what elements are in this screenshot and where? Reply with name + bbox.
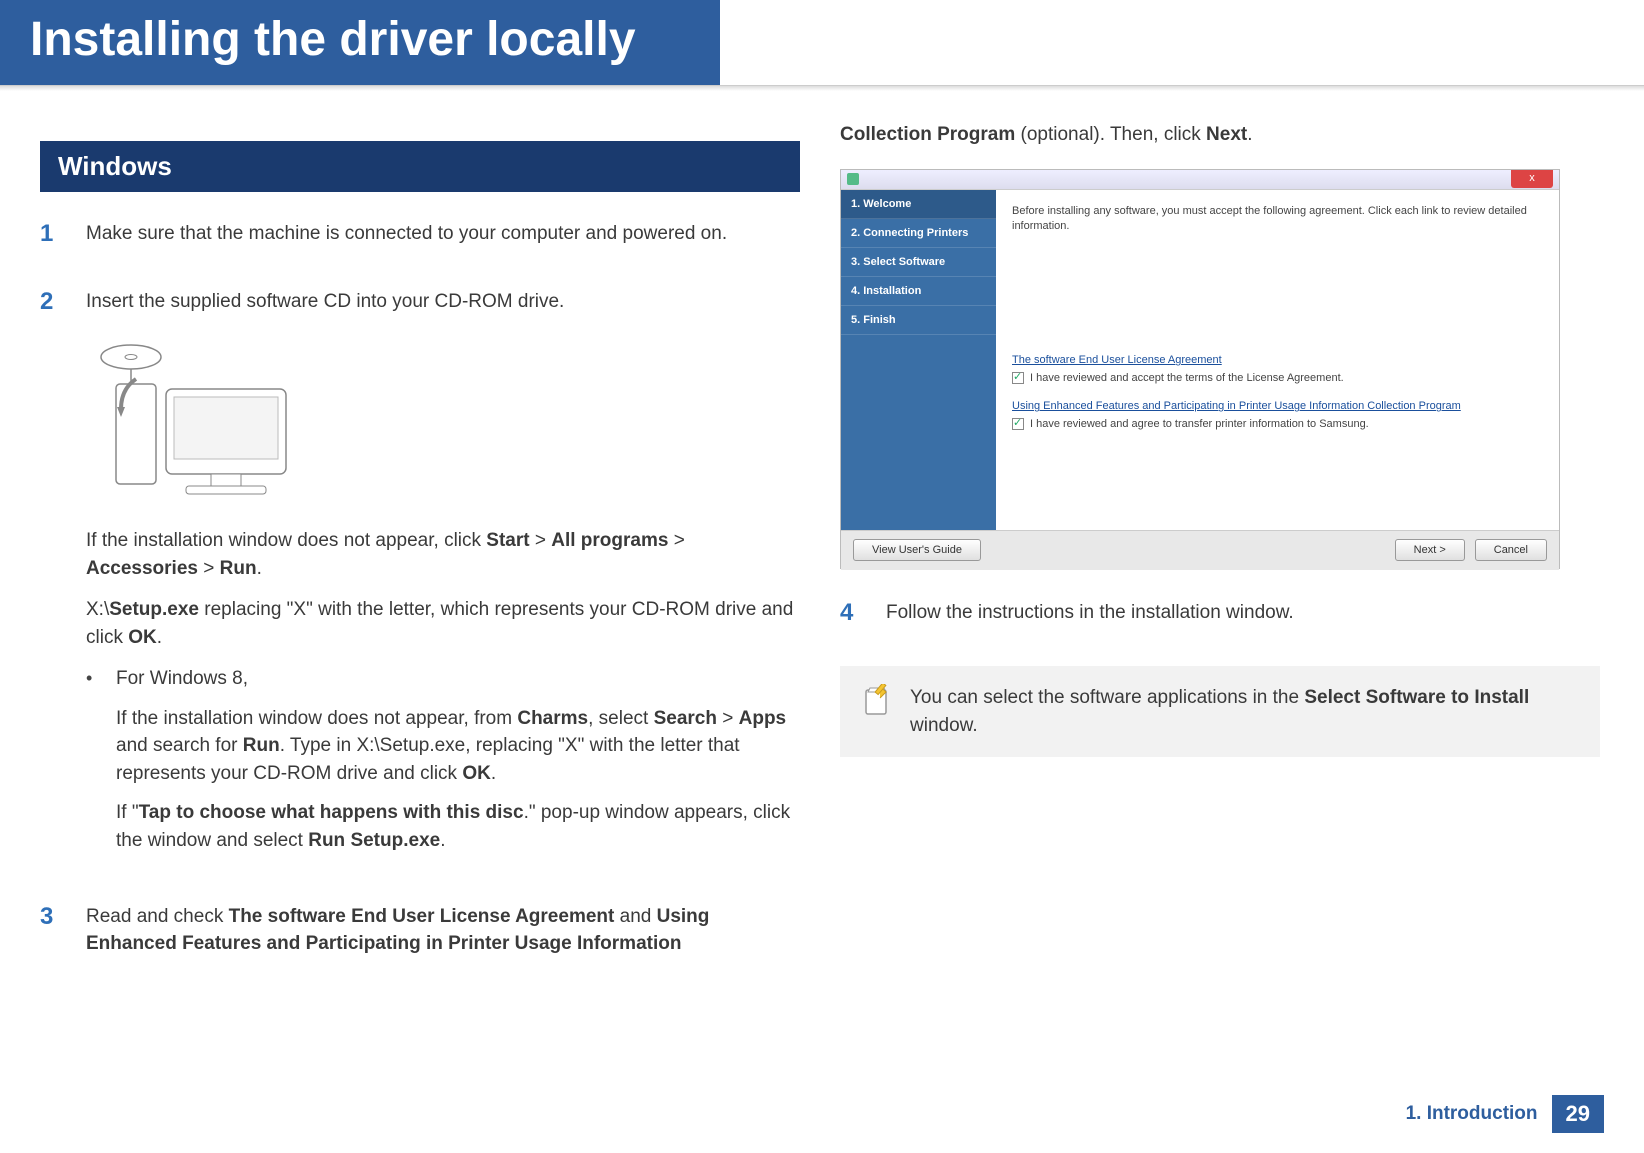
view-users-guide-button[interactable]: View User's Guide	[853, 539, 981, 561]
step-text: Follow the instructions in the installat…	[886, 599, 1294, 627]
usage-checkbox-row: I have reviewed and agree to transfer pr…	[1012, 418, 1543, 430]
bullet-p1: If the installation window does not appe…	[116, 705, 800, 788]
installer-screenshot: x 1. Welcome 2. Connecting Printers 3. S…	[840, 169, 1560, 569]
close-button[interactable]: x	[1511, 170, 1553, 188]
eula-checkbox-row: I have reviewed and accept the terms of …	[1012, 372, 1543, 384]
step-number: 1	[40, 220, 64, 262]
step-body: Follow the instructions in the installat…	[886, 599, 1294, 641]
bullet-windows8: • For Windows 8, If the installation win…	[86, 665, 800, 866]
step-body: Make sure that the machine is connected …	[86, 220, 727, 262]
eula-link[interactable]: The software End User License Agreement	[1012, 354, 1543, 366]
bullet-lead: For Windows 8,	[116, 665, 800, 693]
installer-titlebar: x	[841, 170, 1559, 190]
next-button[interactable]: Next >	[1395, 539, 1465, 561]
usage-checkbox-label: I have reviewed and agree to transfer pr…	[1030, 418, 1369, 430]
step2-note1: If the installation window does not appe…	[86, 527, 800, 582]
step-text: Make sure that the machine is connected …	[86, 220, 727, 248]
installer-sidebar: 1. Welcome 2. Connecting Printers 3. Sel…	[841, 190, 996, 530]
step-body: Insert the supplied software CD into you…	[86, 288, 800, 877]
sidebar-step-installation: 4. Installation	[841, 277, 996, 306]
header-divider	[0, 85, 1644, 91]
step2-note2: X:\Setup.exe replacing "X" with the lett…	[86, 596, 800, 651]
bullet-marker: •	[86, 665, 96, 866]
installer-app-icon	[847, 173, 859, 185]
installer-footer: View User's Guide Next > Cancel	[841, 530, 1559, 570]
note-icon	[860, 684, 892, 716]
footer-chapter: 1. Introduction	[1406, 1103, 1552, 1125]
bullet-body: For Windows 8, If the installation windo…	[116, 665, 800, 866]
content-columns: Windows 1 Make sure that the machine is …	[0, 91, 1644, 998]
step-2: 2 Insert the supplied software CD into y…	[40, 288, 800, 877]
footer-page-number: 29	[1552, 1095, 1604, 1133]
step-number: 4	[840, 599, 864, 641]
eula-checkbox-label: I have reviewed and accept the terms of …	[1030, 372, 1344, 384]
installer-intro-text: Before installing any software, you must…	[1012, 204, 1543, 235]
bullet-p2: If "Tap to choose what happens with this…	[116, 799, 800, 854]
left-column: Windows 1 Make sure that the machine is …	[40, 121, 800, 998]
sidebar-step-connecting: 2. Connecting Printers	[841, 219, 996, 248]
page-footer: 1. Introduction 29	[1406, 1095, 1604, 1133]
installer-body: 1. Welcome 2. Connecting Printers 3. Sel…	[841, 190, 1559, 530]
sidebar-step-welcome: 1. Welcome	[841, 190, 996, 219]
section-heading-windows: Windows	[40, 141, 800, 192]
sidebar-step-finish: 5. Finish	[841, 306, 996, 335]
page-header: Installing the driver locally	[0, 0, 1644, 91]
step-text: Insert the supplied software CD into you…	[86, 288, 800, 316]
sidebar-step-select-software: 3. Select Software	[841, 248, 996, 277]
step-body: Read and check The software End User Lic…	[86, 903, 800, 972]
enhanced-features-link[interactable]: Using Enhanced Features and Participatin…	[1012, 400, 1543, 412]
step-1: 1 Make sure that the machine is connecte…	[40, 220, 800, 262]
eula-checkbox[interactable]	[1012, 372, 1024, 384]
cancel-button[interactable]: Cancel	[1475, 539, 1547, 561]
note-box: You can select the software applications…	[840, 666, 1600, 757]
right-column: Collection Program (optional). Then, cli…	[840, 121, 1600, 998]
installer-main-panel: Before installing any software, you must…	[996, 190, 1559, 530]
note-text: You can select the software applications…	[910, 684, 1580, 739]
usage-checkbox[interactable]	[1012, 418, 1024, 430]
step-number: 3	[40, 903, 64, 972]
step-4: 4 Follow the instructions in the install…	[840, 599, 1600, 641]
step3-continuation: Collection Program (optional). Then, cli…	[840, 121, 1600, 149]
step-number: 2	[40, 288, 64, 877]
cd-into-computer-illustration	[86, 329, 306, 509]
step-3: 3 Read and check The software End User L…	[40, 903, 800, 972]
step3-text: Read and check The software End User Lic…	[86, 903, 800, 958]
page-title: Installing the driver locally	[0, 0, 720, 85]
